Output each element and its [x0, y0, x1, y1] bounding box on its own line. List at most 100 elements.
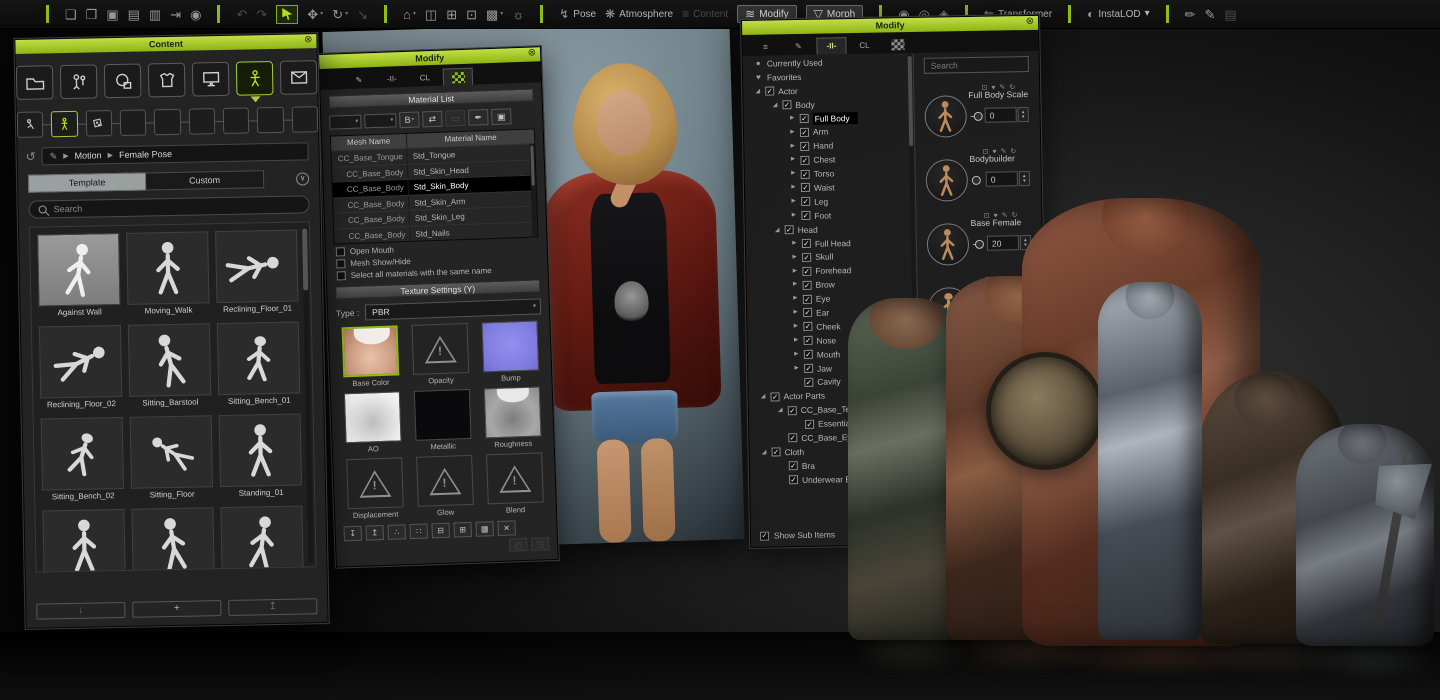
pose-button[interactable]: ↯Pose	[559, 8, 596, 20]
category-hardware-icon[interactable]	[192, 62, 230, 97]
subcategory-empty-slot[interactable]	[291, 106, 318, 133]
collapsed-icon[interactable]: ▶	[790, 185, 797, 191]
category-actor-icon[interactable]	[60, 64, 98, 99]
checkbox[interactable]: ✓	[800, 128, 809, 137]
morph-search[interactable]	[924, 56, 1029, 74]
collapsed-icon[interactable]: ▶	[789, 144, 796, 150]
share-texture-button[interactable]: ∴	[387, 524, 406, 540]
pose-item[interactable]: Reclining_Floor_01	[215, 230, 299, 317]
texture-slot-opacity[interactable]: !Opacity	[407, 323, 474, 386]
checkbox[interactable]	[337, 271, 346, 280]
display-button[interactable]: ⊟	[431, 523, 450, 539]
pose-item[interactable]	[131, 507, 215, 572]
subcategory-empty-slot[interactable]	[120, 109, 147, 136]
camera-view-icon[interactable]: ▩▾	[486, 8, 503, 21]
checkbox[interactable]: ✓	[800, 155, 809, 164]
expand-icon[interactable]: ◢	[774, 227, 781, 233]
checkbox[interactable]: ✓	[788, 434, 797, 443]
tab-material[interactable]	[443, 68, 474, 86]
save-project-icon[interactable]: ▣	[106, 8, 118, 21]
expand-icon[interactable]: ◢	[754, 88, 761, 94]
slider-knob[interactable]	[974, 239, 983, 248]
content-button[interactable]: ≡Content	[682, 8, 728, 20]
frame-vertical-icon[interactable]: ◫	[425, 8, 437, 21]
collapsed-icon[interactable]: ▶	[790, 213, 797, 219]
checkbox[interactable]: ✓	[803, 294, 812, 303]
render-icon[interactable]: ◉	[190, 8, 201, 21]
collapsed-icon[interactable]: ▶	[792, 310, 799, 316]
checkbox[interactable]: ✓	[803, 322, 812, 331]
checkbox[interactable]: ✓	[789, 461, 798, 470]
checker-preview-button[interactable]: ▦	[475, 521, 494, 537]
texture-slot-glow[interactable]: !Glow	[411, 455, 478, 518]
eyedropper-button[interactable]: ✒	[468, 109, 489, 126]
breadcrumb-current[interactable]: Female Pose	[119, 149, 172, 160]
texture-slot-base-color[interactable]: Base Color	[337, 325, 404, 388]
texture-slot-blend[interactable]: !Blend	[481, 452, 548, 515]
collapsed-icon[interactable]: ▶	[792, 324, 799, 330]
morph-thumbnail[interactable]	[924, 95, 967, 138]
subcategory-empty-slot[interactable]	[223, 107, 250, 134]
checkbox[interactable]: ✓	[802, 239, 811, 248]
checkbox[interactable]: ✓	[804, 378, 813, 387]
collapsed-icon[interactable]: ▶	[791, 269, 798, 275]
pose-item[interactable]: Sitting_Floor	[130, 415, 214, 502]
tab-template[interactable]: Template	[28, 172, 146, 192]
download-button[interactable]: ↓	[36, 602, 125, 620]
slider-value[interactable]: 0	[985, 107, 1017, 123]
slider-knob[interactable]	[974, 111, 983, 120]
pose-item[interactable]: Sitting_Barstool	[128, 323, 212, 410]
checkbox[interactable]: ✓	[800, 114, 809, 123]
checkbox[interactable]: ✓	[803, 280, 812, 289]
subcategory-empty-slot[interactable]	[257, 107, 284, 134]
checkbox[interactable]: ✓	[804, 336, 813, 345]
move-tool-icon[interactable]: ✥▾	[307, 8, 323, 21]
tab-custom[interactable]: Custom	[146, 170, 264, 190]
slider-track[interactable]	[973, 244, 980, 245]
checkbox[interactable]	[336, 259, 345, 268]
checkbox[interactable]: ✓	[760, 531, 769, 540]
texture-slot-ao[interactable]: AO	[339, 391, 406, 454]
light-icon[interactable]: ☼	[512, 8, 524, 21]
morph-thumbnail[interactable]	[925, 159, 968, 202]
checkbox[interactable]: ✓	[782, 100, 791, 109]
save-texture-button[interactable]: ↥	[365, 525, 384, 541]
texture-slot-displacement[interactable]: !Displacement	[341, 457, 408, 520]
paste-settings-button[interactable]: ◳	[531, 537, 549, 551]
back-icon[interactable]: ↺	[26, 151, 36, 163]
material-image-button[interactable]: ▣	[491, 108, 512, 125]
collapsed-icon[interactable]: ▶	[793, 366, 800, 372]
sketch-tool-icon[interactable]: ✏	[1185, 8, 1196, 21]
category-pose-icon[interactable]	[236, 61, 274, 96]
value-spinner[interactable]: ▲▼	[1019, 171, 1030, 186]
select-tool-button[interactable]	[276, 5, 298, 24]
slider-track[interactable]	[971, 116, 978, 117]
tab-adjust[interactable]: -II-	[377, 70, 408, 88]
checkbox[interactable]: ✓	[789, 475, 798, 484]
material-sort-dropdown[interactable]: ▾	[364, 113, 396, 128]
atmosphere-button[interactable]: ❋Atmosphere	[605, 8, 673, 20]
collapsed-icon[interactable]: ▶	[793, 338, 800, 344]
collapsed-icon[interactable]: ▶	[790, 199, 797, 205]
tab-attribute[interactable]: ≡	[750, 38, 780, 56]
pose-item[interactable]: Against Wall	[37, 233, 121, 320]
export-texture-button[interactable]: ⊞	[453, 522, 472, 538]
pose-item[interactable]: Sitting_Bench_01	[217, 322, 301, 409]
pose-grid-scrollbar[interactable]	[302, 226, 313, 562]
morph-thumbnail[interactable]	[927, 223, 970, 266]
checkbox[interactable]: ✓	[771, 448, 780, 457]
texture-slot-metallic[interactable]: Metallic	[409, 389, 476, 452]
expand-icon[interactable]: ◢	[777, 408, 784, 414]
content-search[interactable]	[28, 195, 309, 218]
tab-morph-edit[interactable]: ✎	[344, 71, 375, 89]
load-texture-button[interactable]: ↧	[344, 526, 363, 542]
tab-morph-edit[interactable]: ✎	[783, 38, 813, 56]
collapsed-icon[interactable]: ▶	[793, 352, 800, 358]
subcategory-gesture-icon[interactable]	[85, 110, 112, 137]
node-texture-button[interactable]: ∷	[409, 523, 428, 539]
swap-material-button[interactable]: ⇄	[422, 111, 443, 128]
collapsed-icon[interactable]: ▶	[789, 116, 796, 122]
collapsed-icon[interactable]: ▶	[792, 282, 799, 288]
category-project-icon[interactable]	[16, 65, 54, 100]
checkbox[interactable]: ✓	[801, 197, 810, 206]
